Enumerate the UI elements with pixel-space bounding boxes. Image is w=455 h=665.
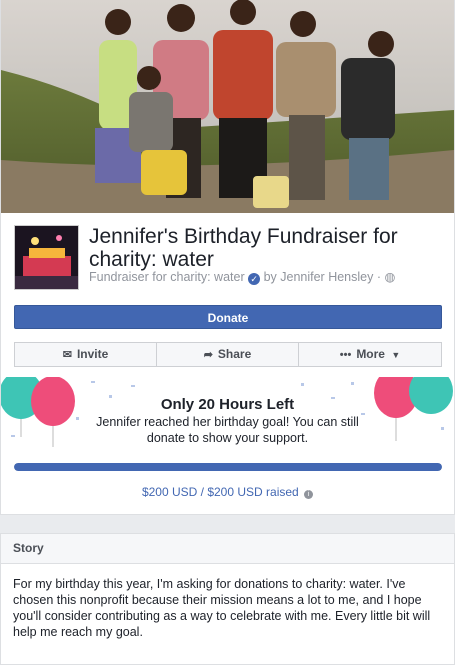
invite-label: Invite: [76, 347, 109, 361]
action-bar: ✉ Invite ➦ Share ••• More ▼: [14, 342, 442, 367]
cover-photo[interactable]: [1, 0, 454, 213]
raised-amount: $200 USD / $200 USD raised: [141, 485, 299, 499]
share-arrow-icon: ➦: [203, 349, 213, 361]
more-label: More: [356, 347, 385, 361]
fundraiser-card: Jennifer's Birthday Fundraiser for chari…: [0, 0, 455, 515]
story-section: Story For my birthday this year, I'm ask…: [0, 533, 455, 665]
fundraiser-thumbnail-image: [15, 226, 78, 289]
fundraiser-title: Jennifer's Birthday Fundraiser for chari…: [89, 225, 398, 271]
share-label: Share: [217, 347, 252, 361]
share-button[interactable]: ➦ Share: [156, 342, 299, 367]
info-icon[interactable]: i: [304, 490, 314, 499]
progress-fill: [14, 463, 442, 471]
charity-link[interactable]: Fundraiser for charity: water: [89, 270, 245, 284]
envelope-icon: ✉: [62, 349, 72, 361]
goal-message: Jennifer reached her birthday goal! You …: [96, 415, 359, 445]
goal-headline: Only 20 Hours Left: [160, 396, 295, 413]
organizer-link[interactable]: by Jennifer Hensley ·: [264, 270, 381, 284]
story-text: For my birthday this year, I'm asking fo…: [13, 577, 431, 639]
raised-summary: $200 USD / $200 USD raised i: [1, 485, 454, 499]
globe-icon: ◍: [384, 270, 396, 284]
fundraiser-thumbnail[interactable]: [14, 225, 79, 290]
verified-badge-icon: ✓: [248, 273, 261, 285]
invite-button[interactable]: ✉ Invite: [14, 342, 157, 367]
fundraiser-subtitle: Fundraiser for charity: water ✓ by Jenni…: [89, 269, 449, 285]
more-button[interactable]: ••• More ▼: [298, 342, 442, 367]
goal-section: Only 20 Hours Left Jennifer reached her …: [1, 377, 454, 514]
donate-button[interactable]: Donate: [14, 305, 442, 329]
fundraiser-header: Jennifer's Birthday Fundraiser for chari…: [14, 225, 444, 290]
cover-photo-illustration: [1, 0, 454, 213]
progress-bar: [14, 463, 442, 471]
chevron-down-icon: ▼: [391, 350, 401, 360]
story-heading: Story: [1, 534, 454, 564]
ellipsis-icon: •••: [339, 349, 352, 361]
